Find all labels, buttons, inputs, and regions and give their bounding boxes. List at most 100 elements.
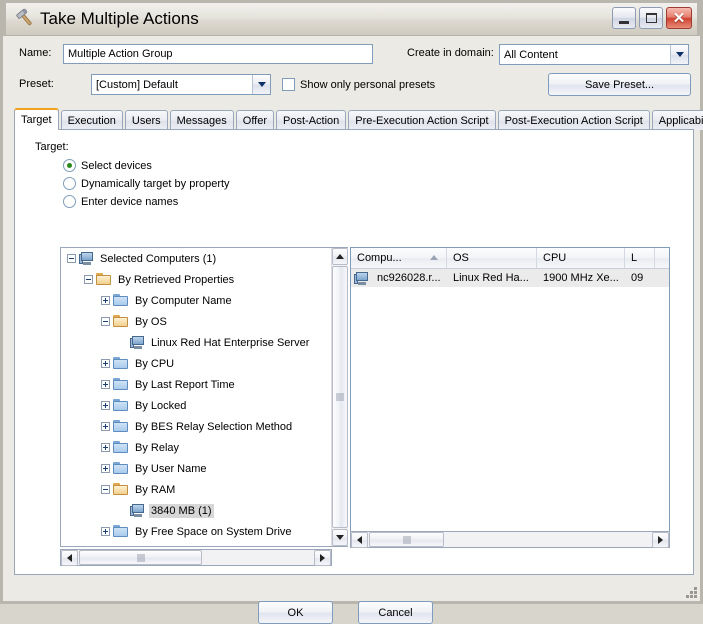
folder-closed-icon [113,378,129,391]
ok-label: OK [287,606,304,619]
show-personal-presets-row[interactable]: Show only personal presets [282,78,435,91]
list-horizontal-scrollbar[interactable] [350,531,670,548]
radio-icon[interactable] [63,195,76,208]
preset-value: [Custom] Default [96,78,178,91]
column-header-label: OS [453,252,469,264]
scroll-up-button[interactable] [332,248,348,265]
expand-icon[interactable] [101,296,110,305]
tab-messages[interactable]: Messages [169,110,234,130]
expand-icon[interactable] [101,464,110,473]
tree-node[interactable]: Linux Red Hat Enterprise Server [61,332,332,353]
device-tree[interactable]: Selected Computers (1) By Retrieved Prope… [61,248,332,546]
save-preset-button[interactable]: Save Preset... [548,73,691,96]
name-input[interactable] [63,44,373,64]
minimize-button[interactable] [612,7,636,29]
tree-node[interactable]: By Free Space on System Drive [61,521,332,542]
cancel-button[interactable]: Cancel [358,601,433,624]
radio-icon[interactable] [63,159,76,172]
preset-select[interactable]: [Custom] Default [91,74,271,95]
tree-node[interactable]: By Retrieved Properties [61,269,332,290]
tab-strip: Target Execution Users Messages Offer Po… [14,108,703,130]
take-multiple-actions-dialog: Take Multiple Actions ✕ Name: Create in … [0,0,703,624]
tree-node[interactable]: By User Name [61,458,332,479]
scroll-down-button[interactable] [332,529,348,546]
tree-node[interactable]: By Last Report Time [61,374,332,395]
scroll-thumb[interactable] [332,266,348,528]
tree-node[interactable]: By BES Relay Selection Method [61,416,332,437]
tab-pre-execution-action-script[interactable]: Pre-Execution Action Script [348,110,496,130]
close-button[interactable]: ✕ [666,7,692,29]
column-header-label: CPU [543,252,567,264]
tree-node-label: Selected Computers (1) [100,252,217,265]
chevron-down-icon[interactable] [252,75,270,94]
tab-users[interactable]: Users [124,110,168,130]
table-cell: 09 [631,272,644,284]
list-header: Compu... OS CPU L [351,248,669,269]
tree-node[interactable]: By RAM [61,479,332,500]
tree-node-label: By Free Space on System Drive [135,525,292,538]
expand-icon[interactable] [101,401,110,410]
expand-icon[interactable] [101,422,110,431]
radio-enter-device-names[interactable]: Enter device names [58,195,178,208]
column-header[interactable]: L [625,248,655,268]
tree-node[interactable]: By CPU [61,353,332,374]
collapse-icon[interactable] [84,275,93,284]
sort-ascending-icon [430,255,438,260]
folder-closed-icon [113,525,129,538]
table-row[interactable]: nc926028.r... Linux Red Ha... 1900 MHz Xe.… [351,269,669,287]
column-header[interactable]: CPU [537,248,625,268]
tab-offer[interactable]: Offer [235,110,275,130]
radio-icon[interactable] [63,177,76,190]
create-in-domain-select[interactable]: All Content [499,44,689,65]
tree-node-label: By CPU [135,357,175,370]
tab-label: Post-Action [283,114,340,127]
tab-label: Offer [242,114,268,127]
tree-vertical-scrollbar[interactable] [331,248,348,546]
tab-label: Pre-Execution Action Script [355,114,489,127]
expand-icon[interactable] [101,359,110,368]
column-header[interactable]: Compu... [351,248,447,268]
preset-label: Preset: [19,78,54,90]
tree-node[interactable]: By Computer Name [61,290,332,311]
collapse-icon[interactable] [101,317,110,326]
tree-node[interactable]: By Total Size of System Drive [61,542,332,546]
scroll-right-button[interactable] [314,550,331,566]
scroll-thumb[interactable] [79,550,202,565]
resize-grip[interactable] [684,585,697,598]
tree-node[interactable]: By Relay [61,437,332,458]
tree-horizontal-scrollbar[interactable] [60,549,332,566]
show-personal-presets-checkbox[interactable] [282,78,295,91]
tree-node[interactable]: By OS [61,311,332,332]
collapse-icon[interactable] [101,485,110,494]
expand-icon[interactable] [101,380,110,389]
tab-execution[interactable]: Execution [60,110,123,130]
radio-dynamically-target-by-property[interactable]: Dynamically target by property [58,177,230,190]
folder-closed-icon [113,420,129,433]
tree-node[interactable]: Selected Computers (1) [61,248,332,269]
scroll-thumb[interactable] [369,532,444,547]
scroll-left-button[interactable] [61,550,78,566]
tree-node[interactable]: 3840 MB (1) [61,500,332,521]
tree-node-label: Linux Red Hat Enterprise Server [151,336,310,349]
expand-icon[interactable] [101,527,110,536]
chevron-down-icon[interactable] [670,45,688,64]
tree-node[interactable]: By Locked [61,395,332,416]
cancel-label: Cancel [378,606,413,619]
tree-node-label: By BES Relay Selection Method [135,420,293,433]
device-tree-panel: Selected Computers (1) By Retrieved Prope… [60,247,348,547]
tab-label: Users [131,114,161,127]
tab-target[interactable]: Target [14,108,59,130]
tab-post-action[interactable]: Post-Action [276,110,347,130]
ok-button[interactable]: OK [258,601,333,624]
tab-applicability[interactable]: Applicability [651,110,703,130]
tab-post-execution-action-script[interactable]: Post-Execution Action Script [497,110,650,130]
expand-icon[interactable] [101,443,110,452]
column-header[interactable]: OS [447,248,537,268]
tree-node-label: By RAM [135,483,176,496]
scroll-left-button[interactable] [351,532,368,548]
collapse-icon[interactable] [67,254,76,263]
maximize-button[interactable] [639,7,663,29]
radio-select-devices[interactable]: Select devices [58,159,152,172]
scroll-right-button[interactable] [652,532,669,548]
